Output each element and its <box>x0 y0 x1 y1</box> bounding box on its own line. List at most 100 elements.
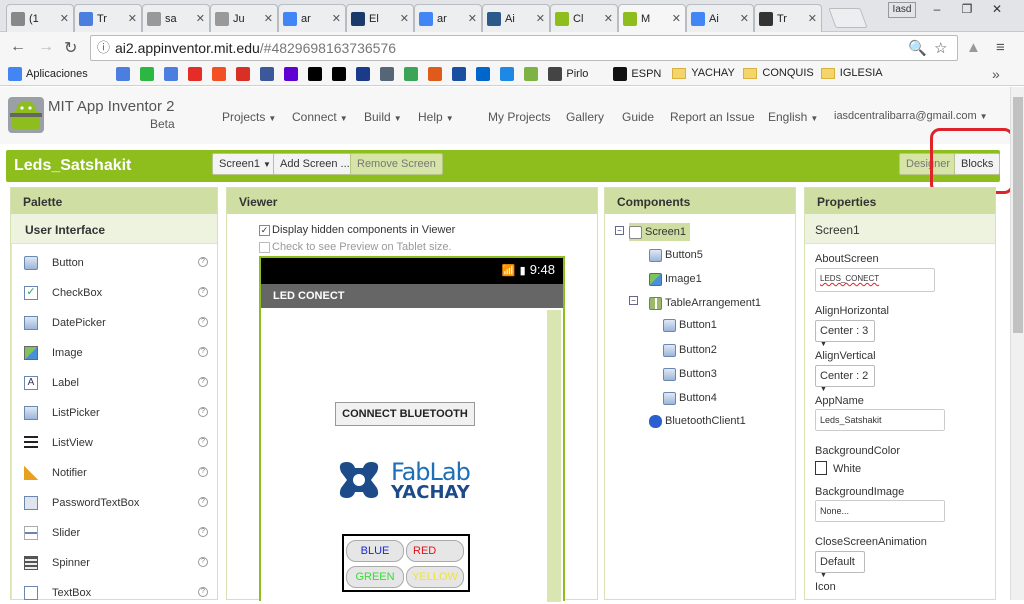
prop-background-color-value[interactable]: White <box>833 463 861 475</box>
component-button4[interactable]: Button4 <box>663 389 717 407</box>
component-button3[interactable]: Button3 <box>663 365 717 383</box>
help-icon[interactable]: ? <box>198 407 208 417</box>
help-icon[interactable]: ? <box>198 557 208 567</box>
app-inventor-logo-icon[interactable] <box>8 97 44 133</box>
browser-tab[interactable]: ar ✕ <box>278 4 346 32</box>
bookmark-item[interactable]: CONQUIS <box>743 67 814 79</box>
component-screen1[interactable]: Screen1 <box>629 223 690 241</box>
bookmark-item[interactable] <box>500 67 518 81</box>
screen-select[interactable]: Screen1 ▼ <box>212 153 278 175</box>
link-gallery[interactable]: Gallery <box>566 110 604 124</box>
bookmark-item[interactable]: YACHAY <box>672 67 735 79</box>
help-icon[interactable]: ? <box>198 437 208 447</box>
account-menu[interactable]: iasdcentralibarra@gmail.com ▼ <box>834 110 988 122</box>
extension-drive-icon[interactable]: ▲ <box>966 39 981 56</box>
browser-menu-icon[interactable]: ≡ <box>996 39 1005 56</box>
language-menu[interactable]: English ▼ <box>768 110 818 124</box>
menu-help[interactable]: Help ▼ <box>418 110 454 124</box>
bookmark-item[interactable] <box>116 67 134 81</box>
palette-item-listview[interactable]: ListView? <box>24 432 208 454</box>
component-image1[interactable]: Image1 <box>649 270 702 288</box>
link-guide[interactable]: Guide <box>622 110 654 124</box>
close-tab-icon[interactable]: ✕ <box>808 12 817 25</box>
info-icon[interactable]: ⓘ <box>97 36 110 60</box>
palette-item-spinner[interactable]: Spinner? <box>24 552 208 574</box>
close-window-icon[interactable]: ✕ <box>984 2 1010 18</box>
browser-tab[interactable]: Tr ✕ <box>74 4 142 32</box>
bookmark-item[interactable] <box>188 67 206 81</box>
bookmark-item[interactable] <box>260 67 278 81</box>
prop-about-screen-textarea[interactable]: LEDS_CONECT <box>815 268 935 292</box>
component-bluetoothclient1[interactable]: BluetoothClient1 <box>649 412 746 430</box>
palette-item-datepicker[interactable]: DatePicker? <box>24 312 208 334</box>
red-button[interactable]: RED <box>406 540 464 562</box>
component-tablearrangement1[interactable]: TableArrangement1 <box>649 294 761 312</box>
palette-item-label[interactable]: A Label? <box>24 372 208 394</box>
palette-item-slider[interactable]: Slider? <box>24 522 208 544</box>
remove-screen-button[interactable]: Remove Screen <box>350 153 443 175</box>
close-tab-icon[interactable]: ✕ <box>60 12 69 25</box>
display-hidden-checkbox[interactable]: ✓ Display hidden components in Viewer <box>259 224 455 236</box>
help-icon[interactable]: ? <box>198 287 208 297</box>
prop-background-image-input[interactable]: None... <box>815 500 945 522</box>
close-tab-icon[interactable]: ✕ <box>468 12 477 25</box>
close-tab-icon[interactable]: ✕ <box>672 12 681 25</box>
window-user-badge[interactable]: Iasd <box>888 2 916 18</box>
close-tab-icon[interactable]: ✕ <box>604 12 613 25</box>
help-icon[interactable]: ? <box>198 497 208 507</box>
browser-tab[interactable]: ar ✕ <box>414 4 482 32</box>
bookmark-item[interactable] <box>356 67 374 81</box>
palette-item-button[interactable]: Button? <box>24 252 208 274</box>
connect-bluetooth-button[interactable]: CONNECT BLUETOOTH <box>335 402 475 426</box>
palette-item-checkbox[interactable]: ✓ CheckBox? <box>24 282 208 304</box>
help-icon[interactable]: ? <box>198 527 208 537</box>
bookmark-item[interactable] <box>404 67 422 81</box>
reload-icon[interactable]: ↻ <box>64 38 77 58</box>
bookmark-item[interactable] <box>428 67 446 81</box>
help-icon[interactable]: ? <box>198 587 208 597</box>
new-tab-button[interactable] <box>828 8 868 28</box>
bookmark-item[interactable] <box>452 67 470 81</box>
help-icon[interactable]: ? <box>198 347 208 357</box>
bookmark-item[interactable] <box>164 67 182 81</box>
close-tab-icon[interactable]: ✕ <box>128 12 137 25</box>
prop-align-vertical-select[interactable]: Center : 2 ▼ <box>815 365 875 393</box>
browser-tab[interactable]: (1 ✕ <box>6 4 74 32</box>
restore-icon[interactable]: ❐ <box>954 2 980 18</box>
link-report-issue[interactable]: Report an Issue <box>670 110 755 124</box>
page-scrollbar-thumb[interactable] <box>1013 97 1023 333</box>
bookmark-item[interactable] <box>140 67 158 81</box>
bookmarks-overflow-icon[interactable]: » <box>992 66 1000 82</box>
close-tab-icon[interactable]: ✕ <box>332 12 341 25</box>
back-icon[interactable]: ← <box>10 38 26 56</box>
palette-item-image[interactable]: Image? <box>24 342 208 364</box>
minimize-icon[interactable]: – <box>924 2 950 18</box>
close-tab-icon[interactable]: ✕ <box>536 12 545 25</box>
browser-tab[interactable]: Cl ✕ <box>550 4 618 32</box>
zoom-icon[interactable]: 🔍 <box>908 39 927 57</box>
green-button[interactable]: GREEN <box>346 566 404 588</box>
bookmark-item[interactable] <box>524 67 542 81</box>
url-input[interactable]: ⓘ ai2.appinventor.mit.edu/#4829698163736… <box>90 35 958 61</box>
component-button5[interactable]: Button5 <box>649 246 703 264</box>
forward-icon[interactable]: → <box>38 38 54 56</box>
page-scrollbar[interactable] <box>1010 87 1024 600</box>
browser-tab[interactable]: Ju ✕ <box>210 4 278 32</box>
prop-close-screen-animation-select[interactable]: Default ▼ <box>815 551 865 579</box>
bookmark-item[interactable]: IGLESIA <box>820 67 883 79</box>
bookmark-item[interactable]: Pirlo <box>548 67 588 81</box>
add-screen-button[interactable]: Add Screen ... <box>273 153 357 175</box>
close-tab-icon[interactable]: ✕ <box>740 12 749 25</box>
help-icon[interactable]: ? <box>198 467 208 477</box>
help-icon[interactable]: ? <box>198 257 208 267</box>
bookmark-star-icon[interactable]: ☆ <box>934 39 947 57</box>
palette-item-listpicker[interactable]: ListPicker? <box>24 402 208 424</box>
bookmark-item[interactable] <box>236 67 254 81</box>
help-icon[interactable]: ? <box>198 317 208 327</box>
component-button1[interactable]: Button1 <box>663 316 717 334</box>
link-my-projects[interactable]: My Projects <box>488 110 551 124</box>
bookmark-item[interactable] <box>212 67 230 81</box>
bookmark-item[interactable] <box>476 67 494 81</box>
browser-tab[interactable]: Ai ✕ <box>482 4 550 32</box>
menu-connect[interactable]: Connect ▼ <box>292 110 348 124</box>
